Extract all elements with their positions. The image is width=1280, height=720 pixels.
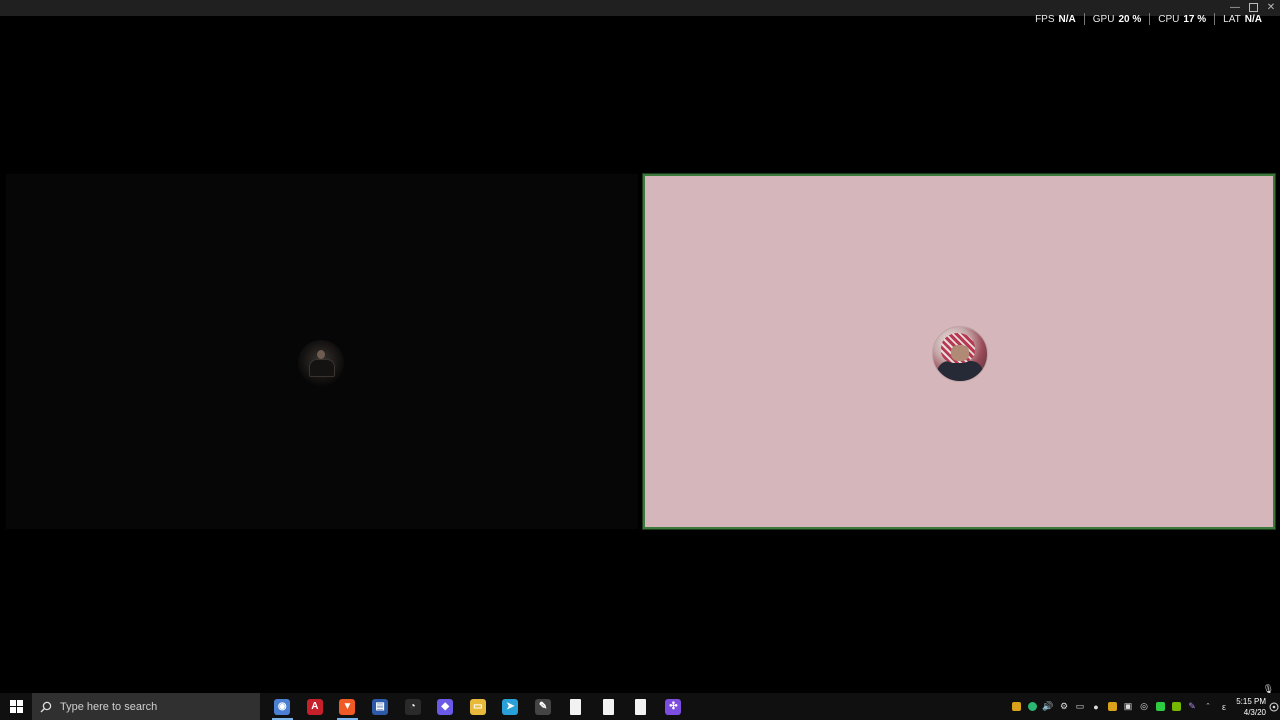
taskbar-clock[interactable]: 5:15 PM 4/3/20 [1232, 693, 1268, 720]
system-tray: 🔊 ⚙ ▭ ● ▣ ◎ ✎ ˆ ε 5:15 PM 4/3/20 [1008, 693, 1280, 720]
taskbar-app-document-1[interactable] [559, 693, 592, 720]
video-tile-participant-1[interactable] [6, 174, 638, 529]
chrome-icon: ◉ [274, 698, 291, 715]
lat-label: LAT [1223, 13, 1241, 25]
tray-app-icon[interactable] [1008, 693, 1024, 720]
windows-logo-icon [9, 700, 23, 713]
cpu-value: 17 % [1183, 13, 1207, 25]
speedtest-icon: ◔ [404, 698, 421, 715]
chevron-up-icon[interactable]: ˆ [1200, 693, 1216, 720]
taskbar-app-chrome[interactable]: ◉ [266, 693, 299, 720]
taskbar-app-file-explorer[interactable]: ▭ [462, 693, 495, 720]
taskbar-search-box[interactable]: Type here to search [32, 693, 260, 720]
display-icon[interactable]: ▣ [1120, 693, 1136, 720]
taskbar-app-speedtest[interactable]: ◔ [396, 693, 429, 720]
performance-overlay: FPS N/A GPU 20 % CPU 17 % LAT N/A [1027, 12, 1270, 26]
gpu-stat: GPU 20 % [1085, 14, 1149, 25]
search-placeholder: Type here to search [60, 700, 158, 713]
gpu-label: GPU [1092, 13, 1115, 25]
search-icon [40, 701, 52, 712]
fps-label: FPS [1035, 13, 1055, 25]
notification-center-icon[interactable] [1268, 693, 1280, 720]
microphone-tray-icon[interactable]: ● [1088, 693, 1104, 720]
start-button[interactable] [0, 693, 32, 720]
user-avatar-icon [298, 340, 344, 386]
file-explorer-icon: ▭ [469, 698, 486, 715]
cpu-stat: CPU 17 % [1150, 14, 1214, 25]
nvidia-icon[interactable] [1168, 693, 1184, 720]
xbox-icon[interactable]: ◎ [1136, 693, 1152, 720]
fps-stat: FPS N/A [1027, 14, 1084, 25]
volume-icon[interactable]: 🔊 [1040, 693, 1056, 720]
outlook-icon: ▤ [372, 698, 389, 715]
taskbar-app-gamepad[interactable]: ✣ [657, 693, 690, 720]
taskbar-app-document-3[interactable] [625, 693, 658, 720]
fps-value: N/A [1058, 13, 1076, 25]
taskbar-app-telegram[interactable]: ➤ [494, 693, 527, 720]
tool-icon: ✎ [535, 698, 552, 715]
gamepad-icon: ✣ [665, 698, 682, 715]
pinned-apps: ◉ A ▼ ▤ ◔ ◆ ▭ ➤ ✎ ✣ [266, 693, 690, 720]
user-avatar-icon [932, 326, 988, 382]
document-icon-2 [602, 698, 614, 715]
network-icon[interactable]: ▭ [1072, 693, 1088, 720]
telegram-icon: ➤ [502, 698, 519, 715]
clock-date: 4/3/20 [1243, 707, 1266, 717]
taskbar-app-outlook[interactable]: ▤ [364, 693, 397, 720]
acrobat-icon: A [306, 698, 323, 715]
taskbar-app-document-2[interactable] [592, 693, 625, 720]
document-icon-3 [635, 698, 647, 715]
language-icon[interactable]: ε [1216, 693, 1232, 720]
clock-time: 5:15 PM [1236, 696, 1266, 706]
windows-taskbar: Type here to search ◉ A ▼ ▤ ◔ ◆ ▭ ➤ ✎ ✣ 🔊 ⚙ ▭ ● ▣… [0, 693, 1280, 720]
lat-stat: LAT N/A [1215, 14, 1270, 25]
linear-icon: ◆ [437, 698, 454, 715]
taskbar-app-linear[interactable]: ◆ [429, 693, 462, 720]
lat-value: N/A [1244, 13, 1262, 25]
steam-icon[interactable]: ⚙ [1056, 693, 1072, 720]
tray-status-icon[interactable] [1024, 693, 1040, 720]
cpu-label: CPU [1158, 13, 1180, 25]
video-tile-participant-2-speaking[interactable] [643, 174, 1275, 529]
taskbar-app-acrobat[interactable]: A [299, 693, 332, 720]
document-icon-1 [570, 698, 582, 715]
taskbar-app-tool[interactable]: ✎ [527, 693, 560, 720]
taskbar-app-brave[interactable]: ▼ [331, 693, 364, 720]
brave-icon: ▼ [339, 698, 356, 715]
pen-icon[interactable]: ✎ [1184, 693, 1200, 720]
tray-app-icon-2[interactable] [1104, 693, 1120, 720]
gpu-value: 20 % [1118, 13, 1142, 25]
green-app-icon[interactable] [1152, 693, 1168, 720]
